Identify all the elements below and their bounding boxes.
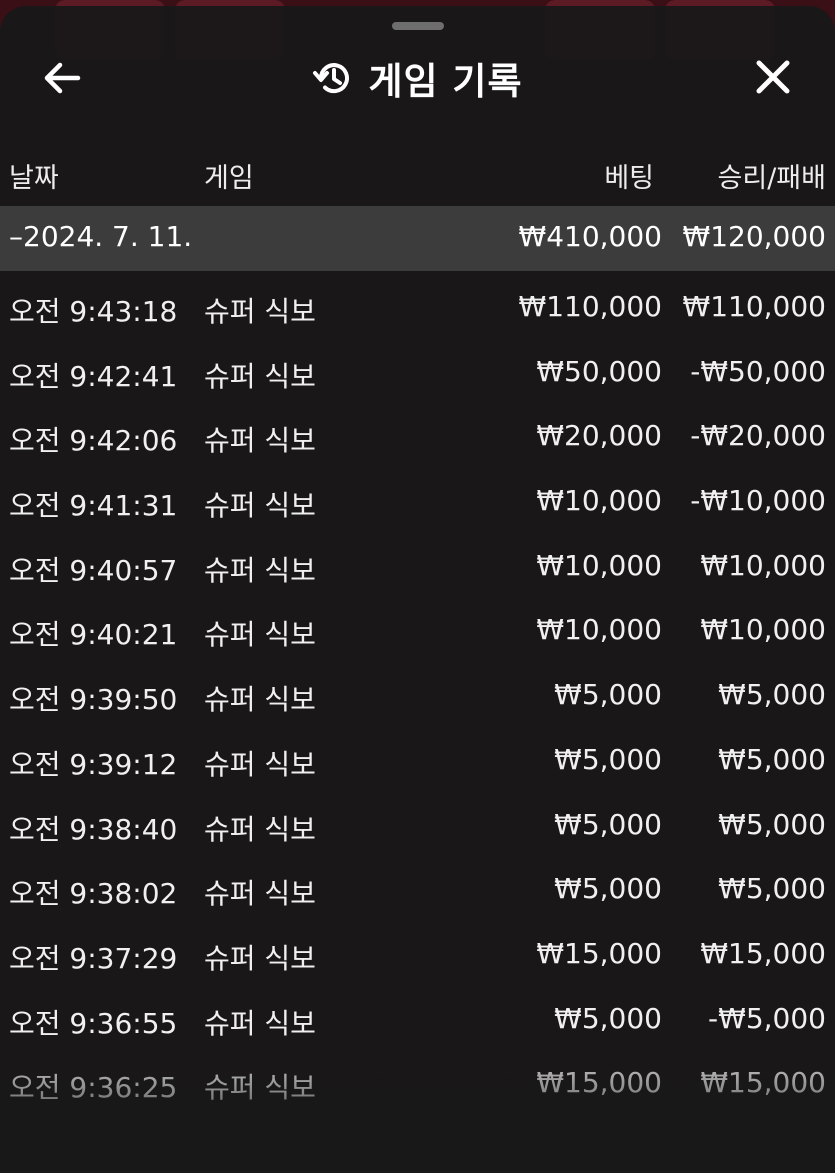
row-game: 슈퍼 식보	[204, 424, 316, 458]
row-bet: ₩5,000	[554, 872, 662, 906]
history-row[interactable]: 오전 9:43:18 슈퍼 식보 ₩110,000 ₩110,000	[0, 278, 835, 343]
row-game: 슈퍼 식보	[204, 618, 316, 652]
row-game: 슈퍼 식보	[204, 683, 316, 717]
row-game: 슈퍼 식보	[204, 747, 316, 781]
row-game: 슈퍼 식보	[204, 812, 316, 846]
row-bet: ₩20,000	[536, 419, 662, 453]
history-row[interactable]: 오전 9:36:55 슈퍼 식보 ₩5,000 -₩5,000	[0, 990, 835, 1055]
row-win-loss: -₩10,000	[690, 484, 826, 518]
row-time: 오전 9:40:57	[9, 553, 178, 587]
row-win-loss: ₩15,000	[700, 1066, 826, 1100]
history-row[interactable]: 오전 9:38:02 슈퍼 식보 ₩5,000 ₩5,000	[0, 860, 835, 925]
row-game: 슈퍼 식보	[204, 877, 316, 911]
row-time: 오전 9:38:02	[9, 877, 178, 911]
column-header-game: 게임	[204, 163, 254, 194]
column-header-bet: 베팅	[604, 163, 654, 194]
history-icon	[313, 63, 350, 94]
close-icon	[756, 60, 790, 94]
row-game: 슈퍼 식보	[204, 489, 316, 523]
row-game: 슈퍼 식보	[204, 1006, 316, 1040]
row-win-loss: ₩5,000	[718, 807, 826, 841]
row-bet: ₩50,000	[536, 354, 662, 388]
row-time: 오전 9:42:06	[9, 424, 178, 458]
row-time: 오전 9:39:12	[9, 747, 178, 781]
row-win-loss: ₩5,000	[718, 742, 826, 776]
day-summary-bet: ₩410,000	[518, 220, 662, 253]
row-bet: ₩110,000	[518, 290, 662, 323]
row-time: 오전 9:36:25	[9, 1071, 178, 1105]
row-bet: ₩5,000	[554, 807, 662, 841]
row-bet: ₩10,000	[536, 548, 662, 582]
history-row[interactable]: 오전 9:41:31 슈퍼 식보 ₩10,000 -₩10,000	[0, 472, 835, 537]
row-win-loss: ₩5,000	[718, 678, 826, 712]
history-list[interactable]: 오전 9:43:18 슈퍼 식보 ₩110,000 ₩110,000 오전 9:42:…	[0, 278, 835, 1119]
row-game: 슈퍼 식보	[204, 553, 316, 587]
row-game: 슈퍼 식보	[204, 941, 316, 975]
row-game: 슈퍼 식보	[204, 295, 316, 328]
header-title-group: 게임 기록	[0, 52, 835, 104]
row-time: 오전 9:37:29	[9, 941, 178, 975]
row-win-loss: ₩10,000	[700, 613, 826, 647]
column-header-date: 날짜	[9, 163, 59, 194]
row-bet: ₩10,000	[536, 484, 662, 518]
row-bet: ₩15,000	[536, 936, 662, 970]
row-game: 슈퍼 식보	[204, 1071, 316, 1105]
row-time: 오전 9:40:21	[9, 618, 178, 652]
column-header-win-loss: 승리/패배	[717, 163, 826, 194]
row-win-loss: ₩110,000	[682, 290, 826, 323]
day-summary-row[interactable]: –2024. 7. 11. ₩410,000 ₩120,000	[0, 206, 835, 271]
history-row[interactable]: 오전 9:39:12 슈퍼 식보 ₩5,000 ₩5,000	[0, 731, 835, 796]
row-time: 오전 9:36:55	[9, 1006, 178, 1040]
row-win-loss: ₩5,000	[718, 872, 826, 906]
history-row[interactable]: 오전 9:36:25 슈퍼 식보 ₩15,000 ₩15,000	[0, 1054, 835, 1119]
day-summary-date: –2024. 7. 11.	[9, 220, 193, 253]
row-time: 오전 9:39:50	[9, 683, 178, 717]
row-win-loss: ₩10,000	[700, 548, 826, 582]
history-row[interactable]: 오전 9:38:40 슈퍼 식보 ₩5,000 ₩5,000	[0, 796, 835, 861]
history-row[interactable]: 오전 9:39:50 슈퍼 식보 ₩5,000 ₩5,000	[0, 666, 835, 731]
row-win-loss: -₩50,000	[690, 354, 826, 388]
row-game: 슈퍼 식보	[204, 359, 316, 393]
row-time: 오전 9:41:31	[9, 489, 178, 523]
history-row[interactable]: 오전 9:37:29 슈퍼 식보 ₩15,000 ₩15,000	[0, 925, 835, 990]
history-row[interactable]: 오전 9:42:41 슈퍼 식보 ₩50,000 -₩50,000	[0, 343, 835, 408]
history-row[interactable]: 오전 9:40:57 슈퍼 식보 ₩10,000 ₩10,000	[0, 537, 835, 602]
page-title: 게임 기록	[368, 60, 523, 103]
row-bet: ₩5,000	[554, 1001, 662, 1035]
row-time: 오전 9:42:41	[9, 359, 178, 393]
row-time: 오전 9:38:40	[9, 812, 178, 846]
history-row[interactable]: 오전 9:42:06 슈퍼 식보 ₩20,000 -₩20,000	[0, 407, 835, 472]
game-history-sheet: 게임 기록 날짜 게임 베팅 승리/패배 –2024. 7. 11. ₩410,…	[0, 6, 835, 1173]
row-bet: ₩5,000	[554, 742, 662, 776]
history-row[interactable]: 오전 9:40:21 슈퍼 식보 ₩10,000 ₩10,000	[0, 601, 835, 666]
close-button[interactable]	[748, 52, 798, 102]
row-win-loss: ₩15,000	[700, 936, 826, 970]
day-summary-win-loss: ₩120,000	[682, 220, 826, 253]
row-win-loss: -₩20,000	[690, 419, 826, 453]
row-bet: ₩15,000	[536, 1066, 662, 1100]
row-bet: ₩10,000	[536, 613, 662, 647]
row-bet: ₩5,000	[554, 678, 662, 712]
row-win-loss: -₩5,000	[708, 1001, 826, 1035]
row-time: 오전 9:43:18	[9, 295, 178, 328]
drag-handle[interactable]	[392, 22, 444, 30]
